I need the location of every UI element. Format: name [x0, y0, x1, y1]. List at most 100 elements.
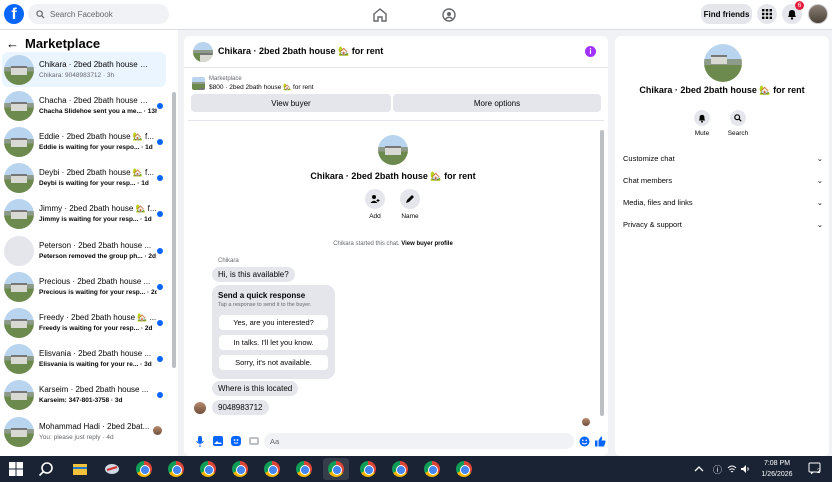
chat-title[interactable]: Chikara · 2bed 2bath house 🏡 for rent [218, 46, 383, 57]
search-icon [734, 114, 742, 122]
back-arrow-icon[interactable]: ← [6, 36, 19, 51]
sender-avatar [194, 402, 206, 414]
thumbs-up-icon[interactable] [594, 435, 606, 447]
quick-response-option[interactable]: Yes, are you interested? [219, 315, 328, 330]
conversation-item[interactable]: Eddie · 2bed 2bath house 🏡 f... Eddie is … [2, 124, 166, 159]
chrome-profile-icon[interactable] [232, 461, 248, 477]
quick-response-option[interactable]: Sorry, it's not available. [219, 355, 328, 370]
row-label: Media, files and links [623, 197, 693, 207]
info-icon[interactable]: i [585, 46, 596, 57]
listing-thumbnail [4, 271, 34, 302]
message-input[interactable]: Aa [264, 433, 574, 449]
group-avatar [4, 235, 34, 266]
unread-dot [157, 103, 163, 109]
emoji-icon[interactable] [578, 435, 590, 447]
marketplace-header: ← Marketplace [6, 36, 100, 51]
listing-thumbnail[interactable] [193, 41, 213, 62]
thread-scrollbar[interactable] [600, 130, 604, 416]
name-button[interactable] [400, 189, 420, 209]
listing-thumbnail [4, 90, 34, 121]
customize-chat-row[interactable]: Customize chat ⌄ [623, 151, 823, 165]
groups-icon[interactable] [441, 7, 457, 23]
wifi-icon[interactable] [727, 464, 737, 474]
system-clock[interactable]: 7:08 PM 1/26/2026 [755, 458, 799, 480]
conversation-name: Chacha · 2bed 2bath house 🏡 ... [39, 96, 157, 105]
search-label: Search [727, 130, 749, 137]
listing-thumbnail [192, 76, 205, 90]
language-icon[interactable]: ⓘ [712, 464, 722, 474]
conversation-item[interactable]: Precious · 2bed 2bath house ... Precious … [2, 269, 166, 304]
listing-thumbnail [4, 54, 34, 85]
chrome-profile-icon[interactable] [200, 461, 216, 477]
chrome-profile-icon[interactable] [392, 461, 408, 477]
media-files-links-row[interactable]: Media, files and links ⌄ [623, 195, 823, 209]
conversation-item[interactable]: Chacha · 2bed 2bath house 🏡 ... Chacha Sl… [2, 88, 166, 123]
conversation-item[interactable]: Peterson · 2bed 2bath house ... Peterson … [2, 233, 166, 268]
chrome-profile-icon[interactable] [168, 461, 184, 477]
chrome-icon[interactable] [136, 461, 152, 477]
mute-button[interactable] [694, 110, 710, 126]
volume-icon[interactable] [740, 464, 750, 474]
chrome-profile-icon[interactable] [424, 461, 440, 477]
conversation-item[interactable]: Jimmy · 2bed 2bath house 🏡 f... Jimmy is … [2, 196, 166, 231]
search-input[interactable]: Search Facebook [28, 4, 169, 24]
chrome-profile-icon[interactable] [264, 461, 280, 477]
file-explorer-icon[interactable] [72, 461, 88, 477]
chat-members-row[interactable]: Chat members ⌄ [623, 173, 823, 187]
more-options-button[interactable]: More options [393, 94, 601, 112]
sidebar-scrollbar[interactable] [172, 92, 176, 368]
conversation-name: Peterson · 2bed 2bath house ... [39, 241, 152, 250]
listing-thumbnail [378, 135, 408, 165]
conversation-item[interactable]: Elisvania · 2bed 2bath house ... Elisvani… [2, 341, 166, 376]
page-title: Marketplace [25, 36, 101, 51]
app-icon[interactable] [104, 461, 120, 477]
chevron-up-icon[interactable] [694, 464, 704, 474]
chat-header: Chikara · 2bed 2bath house 🏡 for rent i [184, 36, 608, 68]
view-buyer-button[interactable]: View buyer [191, 94, 391, 112]
system-message: Chikara started this chat. View buyer pr… [188, 241, 598, 247]
chevron-down-icon: ⌄ [816, 219, 823, 229]
chrome-profile-icon[interactable] [456, 461, 472, 477]
conversation-item[interactable]: Mohammad Hadi · 2bed 2bat... You: please … [2, 414, 166, 449]
image-icon[interactable] [212, 435, 224, 447]
conversation-item[interactable]: Deybi · 2bed 2bath house 🏡 f... Deybi is … [2, 160, 166, 195]
add-button[interactable] [365, 189, 385, 209]
add-person-icon [370, 195, 380, 203]
view-buyer-profile-link[interactable]: View buyer profile [401, 241, 453, 247]
gif-icon[interactable] [248, 435, 260, 447]
taskbar-search-icon[interactable] [38, 461, 54, 477]
chrome-profile-icon[interactable] [328, 461, 344, 477]
unread-dot [157, 356, 163, 362]
menu-grid-button[interactable] [757, 4, 777, 24]
conversation-item[interactable]: Freedy · 2bed 2bath house 🏡 ... Freedy is… [2, 305, 166, 340]
listing-thumbnail [4, 379, 34, 410]
profile-avatar[interactable] [808, 4, 828, 24]
notification-center-count: 2 [817, 469, 821, 475]
unread-dot [157, 248, 163, 254]
conversation-preview: Freedy is waiting for your resp... · 2d [39, 325, 153, 332]
find-friends-button[interactable]: Find friends [701, 4, 752, 24]
conversation-preview: Chikara: 9048983712 · 3h [39, 72, 115, 79]
conversation-name: Precious · 2bed 2bath house ... [39, 277, 151, 286]
facebook-logo[interactable]: f [4, 4, 24, 24]
conversation-item[interactable]: Chikara · 2bed 2bath house 🏡 f... Chikara… [2, 52, 166, 87]
search-conversation-button[interactable] [730, 110, 746, 126]
sticker-icon[interactable] [230, 435, 242, 447]
conversation-preview: Eddie is waiting for your respo... · 1d [39, 144, 153, 151]
privacy-support-row[interactable]: Privacy & support ⌄ [623, 217, 823, 231]
listing-thumbnail [4, 343, 34, 374]
seen-avatar [153, 426, 162, 435]
conversation-name: Jimmy · 2bed 2bath house 🏡 f... [39, 204, 157, 213]
microphone-icon[interactable] [194, 435, 206, 447]
conversation-preview: Precious is waiting for your resp... · 2… [39, 289, 157, 296]
listing-summary[interactable]: Marketplace $800 · 2bed 2bath house 🏡 fo… [190, 72, 602, 94]
listing-thumbnail [4, 126, 34, 157]
chrome-profile-icon[interactable] [360, 461, 376, 477]
listing-label: Marketplace [209, 75, 242, 82]
windows-start-icon[interactable] [8, 461, 24, 477]
chrome-profile-icon[interactable] [296, 461, 312, 477]
conversation-item[interactable]: Karseim · 2bed 2bath house ... Karseim: 3… [2, 377, 166, 412]
quick-response-option[interactable]: In talks. I'll let you know. [219, 335, 328, 350]
listing-price: $800 · 2bed 2bath house 🏡 for rent [209, 83, 314, 91]
home-icon[interactable] [372, 7, 388, 23]
